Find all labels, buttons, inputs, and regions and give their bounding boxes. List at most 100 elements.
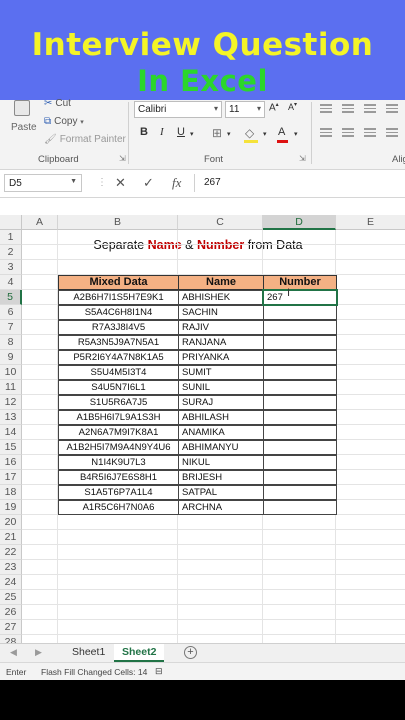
add-sheet-icon[interactable]: + (184, 646, 197, 659)
row-header-27[interactable]: 27 (0, 620, 22, 635)
indent-icon[interactable] (386, 128, 398, 137)
table-cell[interactable]: S5U4M5I3T4 (58, 365, 179, 380)
row-header-4[interactable]: 4 (0, 275, 22, 290)
table-cell[interactable] (263, 485, 337, 500)
table-cell[interactable]: SACHIN (178, 305, 264, 320)
table-cell[interactable]: S1U5R6A7J5 (58, 395, 179, 410)
align-left-icon[interactable] (320, 128, 332, 137)
column-header-a[interactable]: A (22, 215, 58, 230)
table-cell[interactable]: P5R2I6Y4A7N8K1A5 (58, 350, 179, 365)
copy-dropdown-icon[interactable]: ▾ (80, 119, 84, 126)
font-color-icon[interactable]: A (277, 126, 288, 143)
chevron-down-icon[interactable]: ▾ (263, 130, 267, 138)
column-header-d[interactable]: D (263, 215, 336, 230)
row-header-12[interactable]: 12 (0, 395, 22, 410)
table-cell[interactable]: SUMIT (178, 365, 264, 380)
chevron-down-icon[interactable]: ▾ (294, 130, 298, 138)
table-cell[interactable] (263, 440, 337, 455)
copy-button[interactable]: ⧉ Copy ▾ (44, 116, 84, 127)
paste-button[interactable]: Paste (8, 100, 37, 140)
cancel-icon[interactable]: ✕ (115, 175, 126, 191)
table-cell[interactable]: NIKUL (178, 455, 264, 470)
table-cell[interactable]: R7A3J8I4V5 (58, 320, 179, 335)
row-header-1[interactable]: 1 (0, 230, 22, 245)
column-header-e[interactable]: E (336, 215, 405, 230)
row-header-25[interactable]: 25 (0, 590, 22, 605)
row-header-5[interactable]: 5 (0, 290, 22, 305)
table-cell[interactable]: PRIYANKA (178, 350, 264, 365)
clipboard-launcher-icon[interactable]: ⇲ (119, 154, 126, 163)
align-bottom-icon[interactable] (364, 104, 376, 113)
row-header-19[interactable]: 19 (0, 500, 22, 515)
table-cell[interactable]: SURAJ (178, 395, 264, 410)
table-cell[interactable] (263, 380, 337, 395)
row-header-9[interactable]: 9 (0, 350, 22, 365)
table-cell[interactable]: ABHILASH (178, 410, 264, 425)
chevron-down-icon[interactable]: ▾ (190, 130, 194, 138)
orientation-icon[interactable] (386, 104, 398, 113)
decrease-font-icon[interactable]: A▾ (288, 101, 297, 112)
enter-icon[interactable]: ✓ (143, 175, 154, 191)
align-middle-icon[interactable] (342, 104, 354, 113)
row-header-18[interactable]: 18 (0, 485, 22, 500)
table-cell[interactable]: S4U5N7I6L1 (58, 380, 179, 395)
table-cell[interactable]: N1I4K9U7L3 (58, 455, 179, 470)
row-header-26[interactable]: 26 (0, 605, 22, 620)
bold-button[interactable]: B (140, 126, 148, 138)
table-cell[interactable]: ABHIMANYU (178, 440, 264, 455)
row-header-3[interactable]: 3 (0, 260, 22, 275)
column-header-b[interactable]: B (58, 215, 178, 230)
accessibility-icon[interactable]: ⊟ (155, 666, 163, 677)
row-header-28[interactable]: 28 (0, 635, 22, 643)
table-cell[interactable]: ABHISHEK (178, 290, 264, 305)
active-cell-d5[interactable] (262, 289, 338, 306)
row-header-8[interactable]: 8 (0, 335, 22, 350)
row-header-24[interactable]: 24 (0, 575, 22, 590)
insert-function-icon[interactable]: fx (172, 175, 181, 191)
table-cell[interactable] (263, 425, 337, 440)
tab-sheet1[interactable]: Sheet1 (64, 644, 113, 662)
table-cell[interactable] (263, 335, 337, 350)
align-center-icon[interactable] (342, 128, 354, 137)
table-cell[interactable] (263, 500, 337, 515)
formula-input[interactable]: 267 (204, 177, 221, 188)
underline-button[interactable]: U (177, 126, 185, 138)
table-cell[interactable]: A2B6H7I1S5H7E9K1 (58, 290, 179, 305)
table-cell[interactable]: A1R5C6H7N0A6 (58, 500, 179, 515)
table-cell[interactable]: A1B5H6I7L9A1S3H (58, 410, 179, 425)
table-cell[interactable]: A2N6A7M9I7K8A1 (58, 425, 179, 440)
worksheet-grid[interactable]: Separate Name & Number from Data ABCDE12… (0, 215, 405, 643)
table-cell[interactable]: ARCHNA (178, 500, 264, 515)
format-painter-button[interactable]: 🖌 Format Painter (44, 134, 126, 145)
table-cell[interactable] (263, 410, 337, 425)
table-cell[interactable]: RAJIV (178, 320, 264, 335)
table-cell[interactable]: RANJANA (178, 335, 264, 350)
row-header-22[interactable]: 22 (0, 545, 22, 560)
font-launcher-icon[interactable]: ⇲ (299, 154, 306, 163)
align-right-icon[interactable] (364, 128, 376, 137)
increase-font-icon[interactable]: A▴ (269, 101, 279, 113)
row-header-16[interactable]: 16 (0, 455, 22, 470)
table-cell[interactable] (263, 395, 337, 410)
row-header-23[interactable]: 23 (0, 560, 22, 575)
table-cell[interactable] (263, 365, 337, 380)
row-header-13[interactable]: 13 (0, 410, 22, 425)
row-header-20[interactable]: 20 (0, 515, 22, 530)
table-cell[interactable]: R5A3N5J9A7N5A1 (58, 335, 179, 350)
table-cell[interactable]: BRIJESH (178, 470, 264, 485)
row-header-21[interactable]: 21 (0, 530, 22, 545)
row-header-15[interactable]: 15 (0, 440, 22, 455)
table-cell[interactable] (263, 320, 337, 335)
table-cell[interactable]: SUNIL (178, 380, 264, 395)
table-cell[interactable]: S5A4C6H8I1N4 (58, 305, 179, 320)
italic-button[interactable]: I (160, 126, 164, 138)
column-header-c[interactable]: C (178, 215, 263, 230)
table-cell[interactable]: S1A5T6P7A1L4 (58, 485, 179, 500)
row-header-10[interactable]: 10 (0, 365, 22, 380)
cut-button[interactable]: ✂ Cut (44, 98, 71, 109)
table-cell[interactable] (263, 455, 337, 470)
row-header-2[interactable]: 2 (0, 245, 22, 260)
align-top-icon[interactable] (320, 104, 332, 113)
fill-color-icon[interactable]: ◇ (244, 126, 258, 143)
table-cell[interactable]: B4R5I6J7E6S8H1 (58, 470, 179, 485)
